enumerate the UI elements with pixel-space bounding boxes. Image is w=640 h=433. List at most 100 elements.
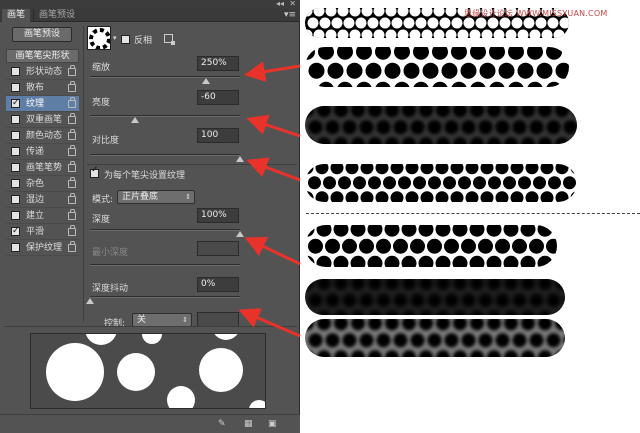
- brightness-label: 亮度: [92, 98, 111, 108]
- depth-jitter-field[interactable]: 0%: [197, 277, 239, 292]
- close-icon[interactable]: ✕: [289, 0, 296, 8]
- brightness-field[interactable]: -60: [197, 90, 239, 105]
- setting-checkbox[interactable]: [11, 211, 20, 220]
- lock-icon[interactable]: [68, 225, 76, 236]
- invert-label: 反相: [134, 36, 153, 46]
- depth-jitter-slider-thumb[interactable]: [86, 298, 94, 304]
- lock-icon[interactable]: [68, 193, 76, 204]
- setting-checkbox[interactable]: [11, 95, 20, 111]
- brush-setting-item[interactable]: 湿边: [6, 192, 79, 208]
- panel-footer: ✎ ▦ ▣: [0, 414, 300, 433]
- setting-label: 颜色动态: [26, 131, 63, 141]
- brush-thumbnail-icon[interactable]: [87, 26, 111, 50]
- lock-icon[interactable]: [68, 81, 76, 92]
- brush-setting-item[interactable]: 双重画笔: [6, 112, 79, 128]
- setting-checkbox[interactable]: [11, 83, 20, 92]
- setting-checkbox[interactable]: [11, 67, 20, 76]
- scale-slider-thumb[interactable]: [202, 78, 210, 84]
- setting-label: 传递: [26, 147, 45, 157]
- brightness-slider-thumb[interactable]: [131, 117, 139, 123]
- new-preset-icon[interactable]: [164, 34, 175, 45]
- new-brush-icon[interactable]: ▣: [268, 419, 277, 429]
- sample-stroke-4: [305, 164, 577, 202]
- brush-presets-button[interactable]: 画笔预设: [12, 27, 72, 42]
- setting-checkbox[interactable]: [11, 223, 20, 239]
- brush-setting-item[interactable]: 建立: [6, 208, 79, 224]
- control-value: 关: [137, 315, 147, 325]
- setting-label: 平滑: [26, 227, 45, 237]
- depth-slider-track[interactable]: [90, 229, 240, 231]
- setting-checkbox[interactable]: [11, 147, 20, 156]
- contrast-slider-track[interactable]: [90, 154, 240, 156]
- invert-checkbox[interactable]: [121, 35, 130, 44]
- toggle-preview-icon[interactable]: ✎: [218, 419, 226, 429]
- watermark: 思缘设计论坛 WWW.MISSYUAN.COM: [464, 9, 608, 18]
- tab-brush[interactable]: 画笔: [2, 9, 31, 22]
- contrast-slider-thumb[interactable]: [236, 156, 244, 162]
- contrast-field[interactable]: 100: [197, 128, 239, 143]
- collapse-icon[interactable]: ◂◂: [276, 0, 284, 8]
- chevron-updown-icon: ⇕: [182, 316, 188, 324]
- brush-samples-canvas: [301, 0, 640, 433]
- brush-panel: ◂◂ ✕ 画笔 画笔预设 ▾≡ 画笔预设 画笔笔尖形状 形状动态散布纹理双重画笔…: [0, 0, 300, 433]
- brush-setting-item[interactable]: 颜色动态: [6, 128, 79, 144]
- sample-stroke-7: [305, 319, 565, 357]
- min-depth-slider-track: [90, 264, 240, 266]
- texture-dropdown-arrow-icon[interactable]: ▾: [113, 34, 117, 42]
- setting-label: 湿边: [26, 195, 45, 205]
- brush-setting-item[interactable]: 平滑: [6, 223, 79, 240]
- min-depth-label: 最小深度: [92, 248, 129, 258]
- panel-title-strip: ◂◂ ✕: [0, 0, 300, 9]
- dashed-divider: [306, 213, 640, 214]
- depth-slider-thumb[interactable]: [236, 231, 244, 237]
- brush-tip-shape-header[interactable]: 画笔笔尖形状: [6, 49, 79, 63]
- brush-stroke-preview: [30, 333, 266, 409]
- lock-icon[interactable]: [68, 209, 76, 220]
- section-divider: [87, 164, 297, 165]
- lock-icon[interactable]: [68, 241, 76, 252]
- grid-icon[interactable]: ▦: [244, 419, 253, 429]
- lock-icon[interactable]: [68, 145, 76, 156]
- panel-menu-icon[interactable]: ▾≡: [284, 10, 296, 20]
- scale-field[interactable]: 250%: [197, 56, 239, 71]
- depth-jitter-slider-track[interactable]: [90, 296, 240, 298]
- mode-label: 模式:: [92, 195, 114, 205]
- depth-field[interactable]: 100%: [197, 208, 239, 223]
- setting-label: 建立: [26, 211, 45, 221]
- lock-icon[interactable]: [68, 65, 76, 76]
- preview-divider: [4, 326, 297, 327]
- sample-stroke-5: [305, 225, 557, 267]
- setting-label: 形状动态: [26, 67, 63, 77]
- tab-brush-presets[interactable]: 画笔预设: [33, 9, 80, 22]
- setting-checkbox[interactable]: [11, 163, 20, 172]
- lock-icon[interactable]: [68, 161, 76, 172]
- setting-label: 双重画笔: [26, 115, 63, 125]
- brush-setting-item[interactable]: 保护纹理: [6, 240, 79, 256]
- control-select[interactable]: 关 ⇕: [132, 313, 192, 327]
- brush-settings-list: 形状动态散布纹理双重画笔颜色动态传递画笔笔势杂色湿边建立平滑保护纹理: [6, 64, 79, 256]
- blend-mode-select[interactable]: 正片叠底 ⇕: [117, 190, 195, 204]
- blend-mode-value: 正片叠底: [122, 192, 159, 202]
- setting-checkbox[interactable]: [11, 131, 20, 140]
- texture-each-tip-checkbox[interactable]: [90, 165, 99, 178]
- setting-checkbox[interactable]: [11, 243, 20, 252]
- brush-setting-item[interactable]: 散布: [6, 80, 79, 96]
- brush-setting-item[interactable]: 传递: [6, 144, 79, 160]
- setting-checkbox[interactable]: [11, 115, 20, 124]
- setting-checkbox[interactable]: [11, 179, 20, 188]
- lock-icon[interactable]: [68, 97, 76, 108]
- column-divider: [83, 26, 84, 322]
- tab-bar: 画笔 画笔预设 ▾≡: [0, 9, 300, 22]
- setting-checkbox[interactable]: [11, 195, 20, 204]
- lock-icon[interactable]: [68, 113, 76, 124]
- brush-setting-item[interactable]: 杂色: [6, 176, 79, 192]
- brush-setting-item[interactable]: 画笔笔势: [6, 160, 79, 176]
- brush-setting-item[interactable]: 形状动态: [6, 64, 79, 80]
- min-depth-field: [197, 241, 239, 256]
- brightness-slider-track[interactable]: [90, 115, 240, 117]
- depth-label: 深度: [92, 215, 111, 225]
- lock-icon[interactable]: [68, 129, 76, 140]
- scale-slider-track[interactable]: [90, 76, 240, 78]
- lock-icon[interactable]: [68, 177, 76, 188]
- brush-setting-item[interactable]: 纹理: [6, 95, 79, 112]
